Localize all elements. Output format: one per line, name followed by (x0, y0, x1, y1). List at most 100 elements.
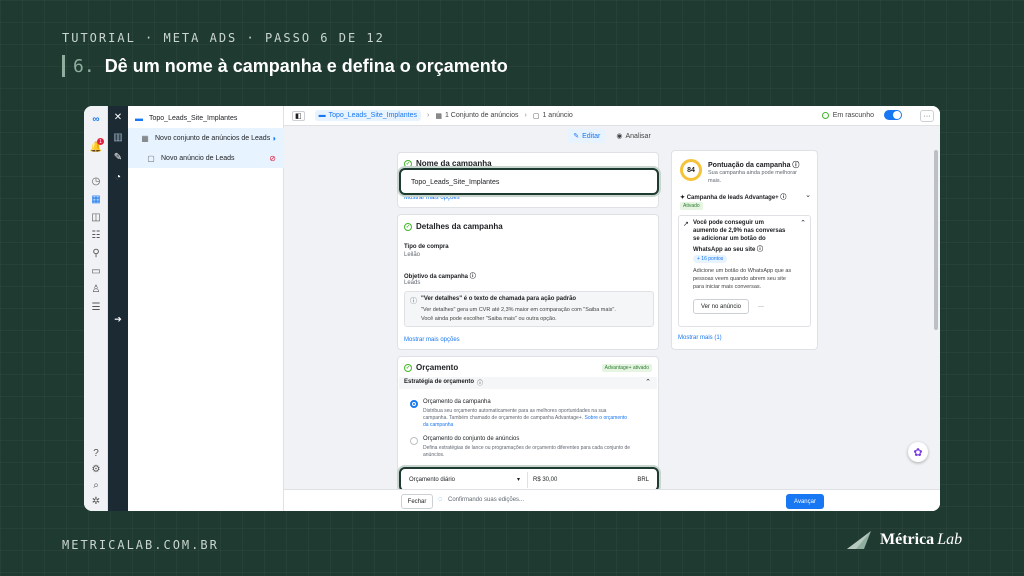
info-icon[interactable]: ⓘ (792, 162, 799, 169)
budget-title-text: Orçamento (416, 363, 459, 372)
scrollbar[interactable] (934, 150, 938, 330)
tree-item-label: Novo conjunto de anúncios de Leads (155, 134, 271, 142)
close-icon[interactable]: ✕ (111, 110, 125, 124)
show-more-options-link[interactable]: Mostrar mais opções (404, 195, 460, 201)
dashboard-icon[interactable]: ◷ (89, 174, 103, 188)
tip-body-1: Adicione um botão do WhatsApp que as (693, 268, 792, 274)
about-budget-link[interactable]: Sobre o orçamento (585, 415, 628, 421)
score-title-text: Pontuação da campanha (708, 162, 791, 169)
advantage-leads-label: Campanha de leads Advantage+ (686, 195, 779, 201)
edit-mode-button[interactable]: ✎ Editar (567, 129, 607, 143)
ad-icon: ▢ (147, 153, 155, 163)
dropdown-arrow-icon[interactable]: ▾ (517, 476, 520, 483)
expand-icon[interactable]: ➔ (111, 312, 125, 326)
show-more-options-link[interactable]: Mostrar mais opções (404, 337, 460, 343)
tools-icon[interactable]: ⚲ (89, 246, 103, 260)
grid-icon: ▦ (141, 133, 149, 143)
buy-type-value: Leilão (404, 252, 421, 258)
campaign-budget-radio[interactable] (410, 400, 418, 408)
panel-toggle-icon[interactable]: ◧ (292, 110, 305, 121)
search-icon[interactable]: ⌕ (89, 478, 103, 492)
campaign-budget-desc-2-text: campanha. Também chamado de orçamento de… (423, 415, 584, 421)
error-icon: ⊘ (269, 153, 276, 163)
more-options-button[interactable]: ··· (920, 110, 934, 122)
buy-type-label: Tipo de compra (404, 244, 449, 250)
score-title: Pontuação da campanha ⓘ (708, 160, 799, 170)
budget-amount-input[interactable]: R$ 30,00 (533, 477, 557, 483)
tip-title-2: aumento de 2,9% nas conversas (693, 228, 786, 234)
objective-label: Objetivo da campanha ⓘ (404, 271, 476, 280)
breadcrumb-adset-label: 1 Conjunto de anúncios (444, 112, 519, 119)
info-icon[interactable]: ⓘ (470, 274, 476, 280)
check-circle-icon: ✓ (404, 222, 412, 231)
billing-icon[interactable]: ▭ (89, 264, 103, 278)
info-icon[interactable]: ⓘ (757, 247, 763, 253)
advantage-status-tag: Ativado (680, 202, 703, 210)
people-group-icon[interactable]: ☷ (89, 228, 103, 242)
help-icon[interactable]: ? (89, 446, 103, 460)
next-button[interactable]: Avançar (786, 494, 824, 509)
breadcrumb-ad[interactable]: ▢ 1 anúncio (533, 112, 573, 120)
ad-icon: ▢ (532, 112, 540, 120)
meta-logo-icon[interactable]: ∞ (89, 112, 103, 126)
brand-mark-icon (847, 531, 871, 549)
tree-item-ad[interactable]: ▢ Novo anúncio de Leads ⊘ (128, 148, 284, 168)
chart-icon[interactable]: ▥ (111, 130, 125, 144)
status-dot-icon (821, 111, 829, 119)
campaign-score-gauge: 84 (680, 159, 702, 181)
recommendation-card: ↗ ⌃ Você pode conseguir um aumento de 2,… (678, 215, 811, 327)
edit-icon[interactable]: ✎ (111, 150, 125, 164)
campaign-details-title: ✓ Detalhes da campanha (404, 222, 503, 231)
objective-value: Leads (404, 280, 421, 286)
left-rail: ∞ 🔔 1 ◷ ▦ ◫ ☷ ⚲ ▭ ♙ ☰ ? ⚙ ⌕ ✲ (84, 106, 108, 511)
breadcrumb-adset[interactable]: ▦ 1 Conjunto de anúncios (435, 112, 518, 120)
tip-title-4-text: WhatsApp ao seu site (693, 247, 756, 253)
cta-info-title: "Ver detalhes" é o texto de chamada para… (421, 296, 577, 302)
tip-body-2: pessoas veem quando abrem seu site (693, 276, 786, 282)
chevron-down-icon[interactable]: ⌄ (805, 191, 811, 199)
bug-icon[interactable]: ✲ (89, 494, 103, 508)
campaign-name-title: ✓ Nome da campanha (404, 159, 492, 168)
view-in-ad-button[interactable]: Ver no anúncio (693, 299, 749, 314)
tree-item-label: Topo_Leads_Site_Implantes (149, 114, 238, 122)
settings-icon[interactable]: ⚙ (89, 462, 103, 476)
adset-budget-radio[interactable] (410, 437, 418, 445)
review-mode-label: Analisar (625, 132, 651, 140)
campaign-budget-title: Orçamento da campanha (423, 399, 491, 405)
history-icon[interactable]: ◔ (111, 170, 125, 184)
show-more-recommendations-link[interactable]: Mostrar mais (1) (678, 335, 722, 341)
review-mode-button[interactable]: ◉ Analisar (610, 129, 656, 143)
campaigns-icon[interactable]: ▦ (89, 192, 103, 206)
chevron-up-icon[interactable]: ⌃ (800, 219, 806, 227)
menu-icon[interactable]: ☰ (89, 300, 103, 314)
budget-type-select[interactable]: Orçamento diário (409, 477, 455, 483)
campaign-name-value: Topo_Leads_Site_Implantes (411, 179, 500, 186)
campaign-name-input[interactable]: Topo_Leads_Site_Implantes (399, 168, 659, 195)
ai-assistant-icon[interactable]: ✿ (908, 442, 928, 462)
campaign-score-panel: 84 Pontuação da campanha ⓘ Sua campanha … (671, 150, 818, 350)
adset-budget-title: Orçamento do conjunto de anúncios (423, 436, 520, 442)
people-icon[interactable]: ♙ (89, 282, 103, 296)
close-button[interactable]: Fechar (401, 494, 433, 509)
step-number: 6. (73, 55, 95, 77)
breadcrumb-campaign[interactable]: ▬ Topo_Leads_Site_Implantes (314, 110, 421, 121)
about-budget-link-2[interactable]: da campanha (423, 422, 453, 428)
advantage-leads-row[interactable]: ✦ Campanha de leads Advantage+ ⓘ (680, 192, 786, 201)
tree-item-label: Novo anúncio de Leads (161, 154, 235, 162)
tree-item-adset[interactable]: ▦ Novo conjunto de anúncios de Leads ◑ (128, 128, 284, 148)
campaign-details-title-text: Detalhes da campanha (416, 222, 503, 231)
step-bar (62, 55, 65, 77)
info-icon: ⓘ (410, 298, 417, 305)
budget-title: ✓ Orçamento (404, 363, 458, 372)
chevron-up-icon[interactable]: ⌃ (645, 378, 651, 386)
strategy-header[interactable]: Estratégia de orçamento ⓘ ⌃ (399, 377, 657, 389)
info-icon[interactable]: ⓘ (780, 195, 786, 201)
tree-item-campaign[interactable]: ▬ Topo_Leads_Site_Implantes (128, 108, 284, 128)
campaign-name-title-text: Nome da campanha (416, 159, 492, 168)
cta-info-body-1: "Ver detalhes" gera um CVR até 2,3% maio… (421, 307, 616, 313)
audiences-icon[interactable]: ◫ (89, 210, 103, 224)
campaign-toggle[interactable] (884, 110, 902, 120)
info-icon[interactable]: ⓘ (477, 378, 483, 387)
tip-more-button[interactable]: ··· (753, 299, 769, 314)
chevron-right-icon: › (524, 112, 527, 119)
